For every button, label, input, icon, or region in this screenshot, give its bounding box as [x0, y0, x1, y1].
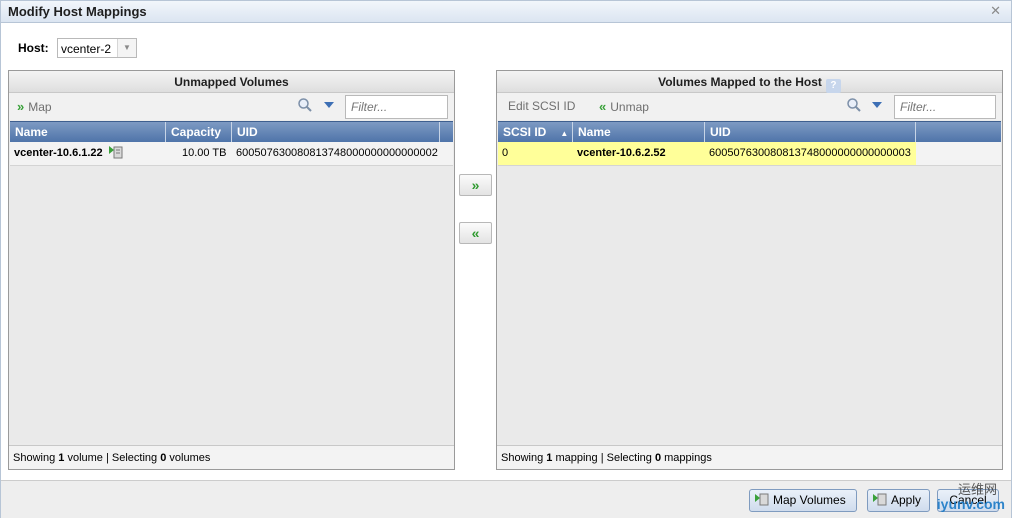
map-volumes-button[interactable]: Map Volumes	[749, 489, 857, 512]
map-button[interactable]: » Map	[17, 99, 52, 114]
watermark-text: iyunv.com	[936, 496, 1005, 512]
chevron-down-icon[interactable]: ▼	[117, 39, 136, 57]
column-header-scsi-id-label: SCSI ID	[503, 125, 547, 139]
table-row[interactable]: 0 vcenter-10.6.2.52 60050763008081374800…	[498, 142, 1001, 166]
mapped-volumes-title: Volumes Mapped to the Host	[658, 75, 822, 89]
mapped-grid-header: SCSI ID ▲ Name UID	[498, 121, 1001, 143]
column-header-name[interactable]: Name	[10, 122, 166, 143]
unmapped-grid-header: Name Capacity UID	[10, 121, 453, 143]
uid-cell: 600507630080813748000000000000003	[709, 147, 911, 159]
edit-scsi-id-button[interactable]: Edit SCSI ID	[508, 99, 575, 113]
footer-text: mappings	[664, 452, 712, 464]
map-volumes-icon	[755, 492, 769, 506]
footer-text: Showing	[501, 452, 544, 464]
uid-cell: 600507630080813748000000000000002	[236, 147, 438, 159]
watermark-logo: 运维网 iyunv.com	[936, 482, 1005, 512]
filter-dropdown-icon[interactable]	[872, 102, 882, 108]
mapped-status-footer: Showing 1 mapping | Selecting 0 mappings	[497, 445, 1002, 469]
apply-label: Apply	[891, 493, 922, 507]
volume-name-cell: vcenter-10.6.2.52	[577, 147, 666, 159]
column-header-scsi-id[interactable]: SCSI ID ▲	[498, 122, 573, 143]
unmapped-toolbar: » Map	[9, 93, 454, 120]
apply-icon	[873, 492, 887, 506]
host-label: Host:	[18, 41, 49, 55]
column-header-name[interactable]: Name	[573, 122, 705, 143]
apply-button[interactable]: Apply	[867, 489, 930, 512]
modify-host-mappings-dialog: Modify Host Mappings ✕ Host: vcenter-2 ▼…	[0, 0, 1012, 518]
unmapped-volumes-title: Unmapped Volumes	[9, 71, 454, 93]
watermark-cn: 运维网	[957, 482, 997, 497]
volume-name: vcenter-10.6.1.22	[14, 147, 103, 159]
mapped-toolbar: Edit SCSI ID «Unmap	[497, 93, 1002, 120]
filter-dropdown-icon[interactable]	[324, 102, 334, 108]
dialog-button-bar: Map Volumes Apply Cancel 运维网 iyunv.com	[1, 480, 1011, 518]
footer-text: volumes	[169, 452, 211, 464]
mapped-volumes-panel: Volumes Mapped to the Host? Edit SCSI ID…	[496, 70, 1003, 470]
double-chevron-left-icon: «	[599, 99, 607, 114]
unmap-button-label: Unmap	[610, 100, 649, 114]
mapped-grid-body: 0 vcenter-10.6.2.52 60050763008081374800…	[498, 142, 1001, 443]
volume-name-cell: vcenter-10.6.1.22	[10, 142, 166, 165]
map-volumes-label: Map Volumes	[773, 493, 846, 507]
host-select-value: vcenter-2	[61, 42, 112, 56]
footer-selecting-count: 0	[160, 452, 167, 464]
dialog-titlebar: Modify Host Mappings ✕	[1, 1, 1011, 23]
unmapped-filter-input[interactable]	[345, 95, 448, 119]
unmap-selected-left-button[interactable]: «	[459, 222, 492, 244]
unmapped-volumes-panel: Unmapped Volumes »Map Name Capacity UID …	[8, 70, 455, 470]
table-row[interactable]: vcenter-10.6.1.22 10.00 TB 6005076300808…	[10, 142, 453, 166]
footer-text: mapping | Selecting	[555, 452, 652, 464]
footer-count: 1	[546, 452, 553, 464]
close-icon[interactable]: ✕	[990, 3, 1001, 19]
unmap-button[interactable]: «Unmap	[599, 99, 649, 114]
volume-icon	[108, 145, 123, 159]
unmapped-grid-body: vcenter-10.6.1.22 10.00 TB 6005076300808…	[10, 142, 453, 443]
footer-count: 1	[58, 452, 65, 464]
search-icon[interactable]	[297, 97, 313, 113]
column-header-uid[interactable]: UID	[705, 122, 916, 143]
footer-text: Showing	[13, 452, 56, 464]
dialog-title: Modify Host Mappings	[8, 4, 147, 19]
double-chevron-right-icon: »	[17, 99, 25, 114]
capacity-cell: 10.00 TB	[182, 147, 227, 159]
column-header-uid[interactable]: UID	[232, 122, 440, 143]
unmapped-status-footer: Showing 1 volume | Selecting 0 volumes	[9, 445, 454, 469]
map-selected-right-button[interactable]: »	[459, 174, 492, 196]
column-header-capacity[interactable]: Capacity	[166, 122, 232, 143]
host-select[interactable]: vcenter-2 ▼	[57, 38, 137, 58]
sort-ascending-icon: ▲	[560, 129, 569, 138]
search-icon[interactable]	[846, 97, 862, 113]
mapped-volumes-title-bar: Volumes Mapped to the Host?	[497, 71, 1002, 93]
help-icon[interactable]: ?	[825, 79, 841, 93]
scsi-id-cell: 0	[502, 147, 509, 159]
map-button-label: Map	[28, 100, 52, 114]
footer-selecting-count: 0	[654, 452, 662, 464]
footer-text: volume | Selecting	[67, 452, 158, 464]
mapped-filter-input[interactable]	[894, 95, 996, 119]
